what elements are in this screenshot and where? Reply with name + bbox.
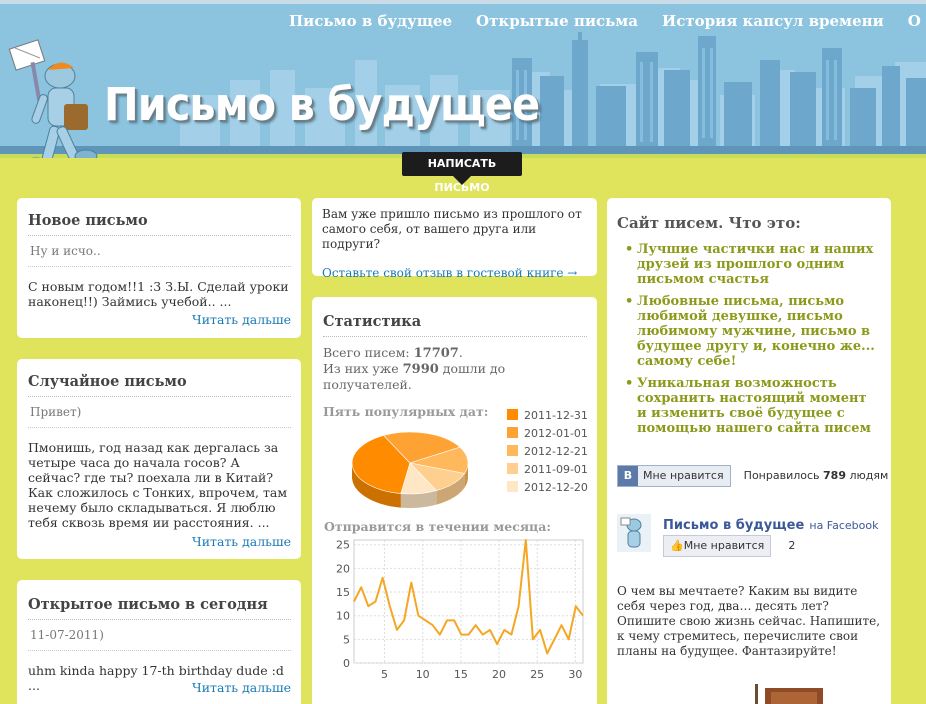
about-bullet-item: Лучшие частички нас и наших друзей из пр… xyxy=(625,242,879,287)
top-navigation: Письмо в будущее Открытые письма История к… xyxy=(289,12,926,30)
y-tick-label: 20 xyxy=(336,562,350,575)
popular-dates-pie-chart xyxy=(351,431,469,508)
legend-label: 2012-12-20 xyxy=(524,481,588,494)
random-letter-subject: Привет) xyxy=(28,405,291,428)
nav-item-time-capsule-history[interactable]: История капсул времени xyxy=(662,12,884,30)
legend-item: 2012-12-20 xyxy=(507,481,588,494)
open-letter-today-read-more-link[interactable]: Читать дальше xyxy=(192,680,291,695)
legend-item: 2011-12-31 xyxy=(507,409,588,422)
vk-logo-icon: В xyxy=(618,466,638,486)
x-tick-label: 5 xyxy=(381,668,388,681)
x-tick-label: 20 xyxy=(492,668,506,681)
about-site-card: Сайт писем. Что это: Лучшие частички нас… xyxy=(607,198,891,704)
open-letter-today-date: 11-07-2011) xyxy=(28,628,291,651)
x-tick-label: 30 xyxy=(568,668,582,681)
statistics-card: Статистика Всего писем: 17707. Из них уж… xyxy=(312,297,597,704)
open-letter-today-title: Открытое письмо в сегодня xyxy=(28,596,291,620)
vk-like-label: Мне нравится xyxy=(643,469,724,482)
random-letter-card: Случайное письмо Привет) Пмонишь, год на… xyxy=(17,359,301,559)
legend-label: 2011-09-01 xyxy=(524,463,588,476)
delivered-letters-line: Из них уже 7990 дошли до получателей. xyxy=(323,361,587,392)
about-bullet-list: Лучшие частички нас и наших друзей из пр… xyxy=(617,242,879,436)
vk-like-row: В Мне нравится Понравилось 789 людям xyxy=(617,464,888,487)
random-letter-title: Случайное письмо xyxy=(28,373,291,397)
total-letters-suffix: . xyxy=(458,345,463,360)
vk-liked-count: 789 xyxy=(823,469,846,482)
x-tick-label: 10 xyxy=(416,668,430,681)
total-letters-value: 17707 xyxy=(413,346,459,361)
vk-liked-suffix: людям xyxy=(849,469,889,482)
facebook-page-name[interactable]: Письмо в будущее xyxy=(663,518,804,533)
legend-swatch xyxy=(507,445,518,456)
guestbook-link[interactable]: Оставьте свой отзыв в гостевой книге → xyxy=(322,266,587,280)
legend-swatch xyxy=(507,481,518,492)
legend-swatch xyxy=(507,409,518,420)
facebook-like-row: 👍Мне нравится 2 xyxy=(663,534,795,557)
legend-swatch xyxy=(507,463,518,474)
vk-like-button[interactable]: В Мне нравится xyxy=(617,465,731,487)
facebook-like-label: Мне нравится xyxy=(683,539,765,552)
legend-item: 2012-01-01 xyxy=(507,427,588,440)
y-tick-label: 0 xyxy=(343,657,350,670)
total-letters-label: Всего писем: xyxy=(323,345,410,360)
y-tick-label: 25 xyxy=(336,539,350,552)
total-letters-line: Всего писем: 17707. xyxy=(323,345,587,361)
x-tick-label: 15 xyxy=(454,668,468,681)
legend-item: 2011-09-01 xyxy=(507,463,588,476)
new-letter-subject: Ну и исчо.. xyxy=(28,244,291,267)
invite-text: О чем вы мечтаете? Каким вы видите себя … xyxy=(617,584,881,658)
robot-mascot-icon xyxy=(8,39,98,158)
facebook-like-count: 2 xyxy=(788,539,796,552)
month-line-chart: 0 5 10 15 20 25 5 10 15 20 25 30 xyxy=(336,539,584,681)
delivered-letters-label: Из них уже xyxy=(323,361,399,376)
write-letter-button[interactable]: НАПИСАТЬ ПИСЬМО xyxy=(402,152,522,194)
legend-swatch xyxy=(507,427,518,438)
about-bullet-item: Уникальная возможность сохранить настоящ… xyxy=(625,376,879,436)
legend-item: 2012-12-21 xyxy=(507,445,588,458)
month-chart-heading: Отправится в течении месяца: xyxy=(324,519,552,534)
legend-label: 2012-01-01 xyxy=(524,427,588,440)
facebook-page-avatar xyxy=(617,514,651,552)
legend-label: 2011-12-31 xyxy=(524,409,588,422)
new-letter-read-more-link[interactable]: Читать дальше xyxy=(192,312,291,327)
y-tick-label: 15 xyxy=(336,586,350,599)
y-tick-label: 10 xyxy=(336,610,350,623)
vk-like-count-text: Понравилось 789 людям xyxy=(744,469,889,482)
write-button-arrow-icon xyxy=(453,176,471,185)
x-tick-label: 25 xyxy=(530,668,544,681)
new-letter-excerpt: С новым годом!!1 :3 З.Ы. Сделай уроки на… xyxy=(28,279,289,309)
facebook-page-title-row: Письмо в будущее на Facebook xyxy=(663,514,879,533)
intro-question: Вам уже пришло письмо из прошлого от сам… xyxy=(322,207,582,251)
site-logo-title[interactable]: Письмо в будущее xyxy=(104,78,540,131)
new-letter-card: Новое письмо Ну и исчо.. С новым годом!!… xyxy=(17,198,301,338)
delivered-letters-value: 7990 xyxy=(402,362,439,377)
y-tick-label: 5 xyxy=(343,633,350,646)
nav-item-letter-to-future[interactable]: Письмо в будущее xyxy=(289,12,452,30)
open-letter-today-card: Открытое письмо в сегодня 11-07-2011) uh… xyxy=(17,580,301,704)
about-title: Сайт писем. Что это: xyxy=(617,214,801,232)
random-letter-excerpt: Пмонишь, год назад как дергалась за четы… xyxy=(28,440,288,530)
about-bullet-item: Любовные письма, письмо любимой девушке,… xyxy=(625,294,879,369)
facebook-like-button[interactable]: 👍Мне нравится xyxy=(663,535,772,557)
intro-card: Вам уже пришло письмо из прошлого от сам… xyxy=(312,198,597,280)
site-header: Письмо в будущее Открытые письма История к… xyxy=(0,0,926,158)
statistics-title: Статистика xyxy=(323,313,587,337)
nav-item-open-letters[interactable]: Открытые письма xyxy=(476,12,638,30)
nav-item-about[interactable]: О проекте xyxy=(908,12,926,30)
legend-label: 2012-12-21 xyxy=(524,445,588,458)
new-letter-title: Новое письмо xyxy=(28,212,291,236)
vk-liked-prefix: Понравилось xyxy=(743,469,820,482)
letter-illustration xyxy=(755,684,823,704)
facebook-on-label: на Facebook xyxy=(809,519,879,532)
random-letter-read-more-link[interactable]: Читать дальше xyxy=(192,534,291,549)
thumbs-up-icon: 👍 xyxy=(670,539,684,552)
